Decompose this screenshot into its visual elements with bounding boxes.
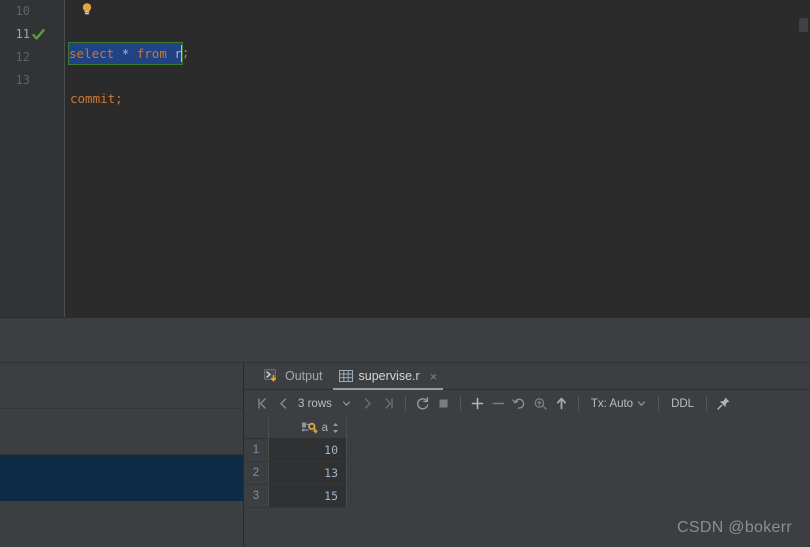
gutter-line-13: 13 (0, 69, 64, 92)
revert-selected-icon[interactable] (530, 393, 551, 415)
primary-key-icon (301, 422, 319, 434)
sql-space-1 (114, 46, 122, 61)
sql-keyword-select: select (69, 46, 115, 61)
revert-changes-button[interactable] (509, 393, 530, 415)
left-tool-panel[interactable] (0, 363, 244, 547)
editor-code-area[interactable]: select * from r; commit; (66, 0, 810, 317)
transaction-mode-selector[interactable]: Tx: Auto (585, 398, 652, 410)
lightbulb-icon[interactable] (80, 2, 94, 16)
cell-a[interactable]: 15 (269, 485, 347, 507)
row-count-label[interactable]: 3 rows (294, 398, 336, 410)
sql-space-2 (129, 46, 137, 61)
editor-gutter[interactable]: 10 11 12 13 (0, 0, 65, 317)
line-number: 13 (15, 73, 30, 87)
results-tab-bar: Output supervise.r × (244, 363, 810, 390)
toolbar-separator (404, 396, 406, 411)
gutter-line-11: 11 (0, 23, 64, 46)
previous-page-button[interactable] (273, 393, 294, 415)
list-item[interactable] (0, 363, 243, 409)
results-toolbar: 3 rows Tx: Auto DDL (244, 390, 810, 417)
sort-indicator-icon[interactable] (331, 422, 340, 434)
stop-icon[interactable] (433, 393, 454, 415)
console-output-icon (264, 369, 279, 383)
table-grid-icon (338, 369, 353, 383)
toolbar-separator (577, 396, 579, 411)
sql-keyword-from: from (136, 46, 167, 61)
line-number: 10 (15, 4, 30, 18)
panel-divider-strip[interactable] (0, 317, 810, 363)
toolbar-separator (459, 396, 461, 411)
grid-inner: a 1 10 2 13 3 15 (244, 416, 347, 508)
delete-row-button[interactable] (488, 393, 509, 415)
grid-column-name: a (321, 421, 328, 434)
grid-header-row: a (244, 416, 347, 439)
refresh-icon[interactable] (412, 393, 433, 415)
code-line-11[interactable]: select * from r; (66, 41, 810, 65)
grid-corner-cell[interactable] (244, 416, 269, 439)
row-number: 1 (244, 439, 269, 461)
gutter-line-12: 12 (0, 46, 64, 69)
cell-a[interactable]: 10 (269, 439, 347, 461)
chevron-down-icon (637, 401, 646, 406)
add-row-button[interactable] (467, 393, 488, 415)
table-row[interactable]: 1 10 (244, 439, 347, 462)
submit-changes-button[interactable] (551, 393, 572, 415)
ddl-button[interactable]: DDL (665, 398, 700, 410)
table-row[interactable]: 2 13 (244, 462, 347, 485)
tab-supervise-r[interactable]: supervise.r × (331, 363, 446, 390)
check-mark-icon[interactable] (31, 27, 46, 42)
intention-bulb-row (66, 0, 810, 18)
grid-column-header-a[interactable]: a (269, 416, 347, 439)
divider-top-line (0, 317, 810, 318)
tab-supervise-r-label: supervise.r (358, 369, 420, 383)
list-item[interactable] (0, 501, 243, 547)
ddl-label: DDL (671, 397, 695, 410)
sql-keyword-commit: commit (70, 91, 116, 106)
cell-a[interactable]: 13 (269, 462, 347, 484)
watermark: CSDN @bokerr (677, 519, 792, 536)
list-item[interactable] (0, 409, 243, 455)
next-page-button[interactable] (357, 393, 378, 415)
table-row[interactable]: 3 15 (244, 485, 347, 508)
row-number: 2 (244, 462, 269, 484)
toolbar-separator (658, 396, 660, 411)
sql-semicolon: ; (181, 45, 190, 60)
last-page-button[interactable] (378, 393, 399, 415)
code-line-13[interactable]: commit; (66, 87, 810, 110)
first-page-button[interactable] (252, 393, 273, 415)
sql-editor[interactable]: 10 11 12 13 select * from r; commit; (0, 0, 810, 317)
sql-semicolon-2: ; (115, 91, 123, 106)
ide-window: 10 11 12 13 select * from r; commit; Out… (0, 0, 810, 547)
line-number: 11 (15, 27, 30, 41)
transaction-mode-label: Tx: Auto (590, 397, 634, 410)
selected-statement[interactable]: select * from r (68, 42, 183, 65)
pin-tab-icon[interactable] (713, 393, 734, 415)
chevron-down-icon[interactable] (336, 393, 357, 415)
gutter-line-10: 10 (0, 0, 64, 23)
row-number: 3 (244, 485, 269, 507)
close-icon[interactable]: × (430, 370, 438, 383)
tab-output[interactable]: Output (256, 363, 331, 390)
line-number: 12 (15, 50, 30, 64)
list-item-selected[interactable] (0, 455, 243, 501)
toolbar-separator (706, 396, 708, 411)
tab-output-label: Output (285, 369, 323, 383)
